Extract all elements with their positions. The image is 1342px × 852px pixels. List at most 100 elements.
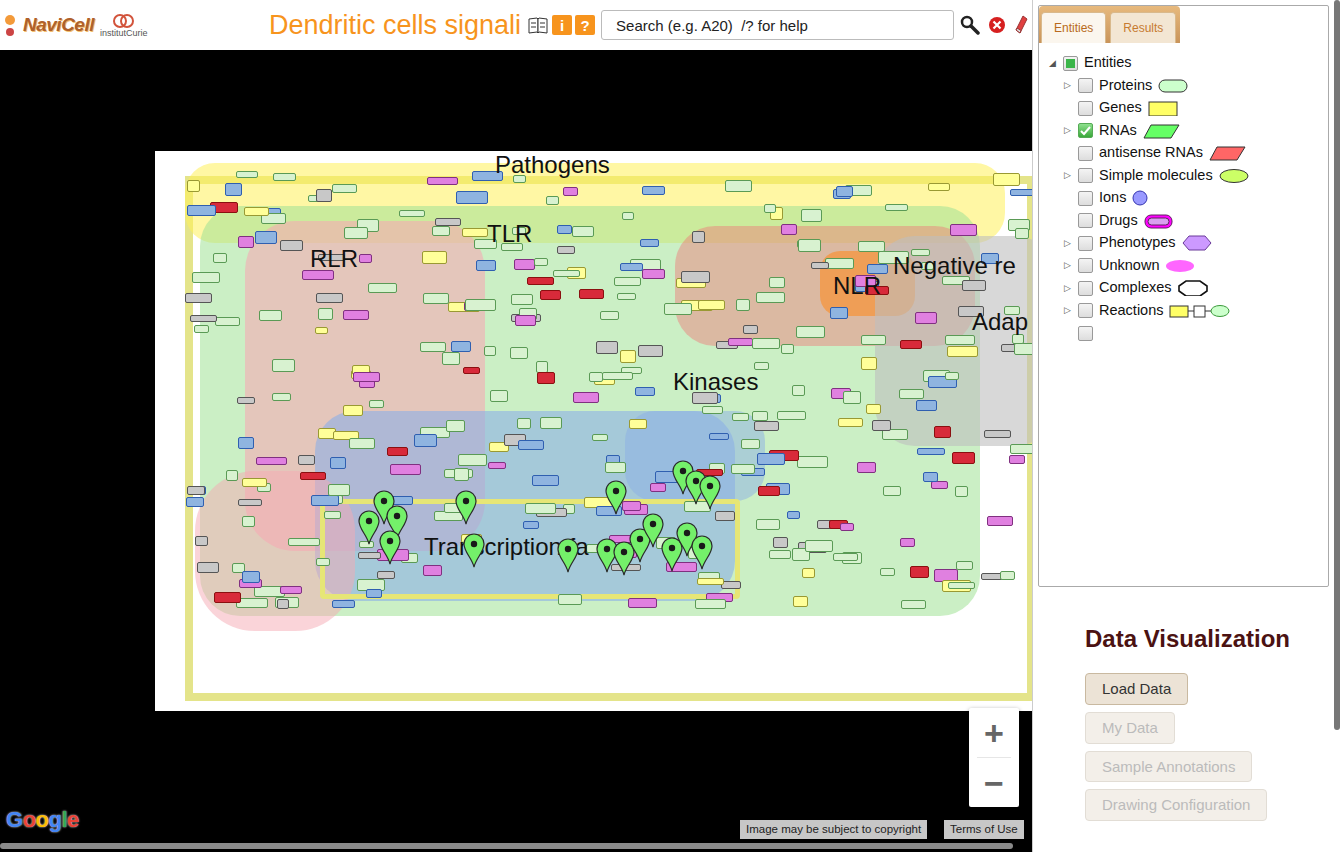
map-node — [390, 464, 421, 475]
tree-label[interactable]: Phenotypes — [1099, 232, 1176, 254]
tree-label[interactable]: Genes — [1099, 97, 1142, 119]
map-view[interactable]: PathogensTLRRLRNLRNegative reAdapKinases… — [0, 50, 1032, 852]
expand-arrow[interactable]: ▷ — [1057, 237, 1078, 251]
tree-label[interactable]: Ions — [1099, 187, 1126, 209]
map-node — [186, 497, 204, 507]
map-node — [901, 600, 926, 609]
tree-checkbox[interactable] — [1078, 236, 1093, 251]
tree-label[interactable]: Unknown — [1099, 255, 1159, 277]
tree-label[interactable]: Drugs — [1099, 210, 1138, 232]
map-node — [344, 227, 368, 239]
tree-label[interactable]: Simple molecules — [1099, 165, 1213, 187]
data-button[interactable]: Load Data — [1085, 673, 1188, 705]
map-pin-icon[interactable] — [690, 534, 714, 570]
search-field[interactable] — [601, 10, 954, 40]
tree-checkbox[interactable] — [1078, 191, 1093, 206]
tree-checkbox[interactable] — [1078, 101, 1093, 116]
map-node — [858, 241, 885, 252]
magnifier-icon[interactable] — [960, 15, 980, 35]
map-node — [650, 483, 666, 492]
map-node — [463, 367, 480, 374]
protein-shape-icon — [1158, 78, 1188, 94]
expand-arrow[interactable]: ▷ — [1057, 169, 1078, 183]
eraser-icon[interactable] — [1014, 15, 1028, 35]
expand-arrow[interactable]: ▷ — [1057, 79, 1078, 93]
map-node — [272, 359, 295, 372]
map-node — [328, 484, 350, 496]
clear-icon[interactable] — [988, 16, 1006, 34]
map-node — [900, 538, 915, 547]
tree-label[interactable]: Reactions — [1099, 300, 1163, 322]
map-node — [451, 341, 471, 352]
map-node — [187, 205, 216, 216]
antisense-shape-icon — [1209, 145, 1247, 161]
header-icons: i? — [527, 15, 595, 35]
map-pin-icon[interactable] — [378, 529, 402, 565]
panel-tab[interactable]: Results — [1110, 12, 1176, 43]
tree-label[interactable]: Proteins — [1099, 75, 1152, 97]
tree-checkbox[interactable] — [1078, 281, 1093, 296]
partner-text: institutCurie — [100, 29, 148, 38]
zoom-out-button[interactable]: − — [969, 758, 1019, 807]
map-node — [620, 263, 643, 271]
tree-checkbox[interactable] — [1078, 303, 1093, 318]
tree-item: ▷ Simple molecules — [1039, 165, 1328, 188]
map-node — [316, 293, 343, 303]
map-node — [1014, 343, 1032, 355]
terms-link[interactable]: Terms of Use — [944, 820, 1024, 839]
tree-label[interactable]: antisense RNAs — [1099, 142, 1203, 164]
map-node — [187, 180, 200, 192]
data-buttons: Load DataMy DataSample AnnotationsDrawin… — [1085, 673, 1342, 821]
map-node — [754, 421, 779, 431]
map-pin-icon[interactable] — [698, 474, 722, 510]
map-pin-icon[interactable] — [357, 509, 381, 545]
tree-checkbox[interactable] — [1078, 326, 1093, 341]
zoom-in-button[interactable]: + — [969, 708, 1019, 757]
horizontal-scrollbar[interactable] — [0, 843, 1013, 849]
vertical-scrollbar[interactable] — [1334, 0, 1340, 730]
tree-checkbox[interactable] — [1078, 146, 1093, 161]
expand-arrow[interactable]: ◢ — [1042, 57, 1063, 71]
map-node — [635, 387, 655, 396]
map-node — [777, 411, 806, 420]
tree-checkbox[interactable] — [1078, 258, 1093, 273]
info-icon[interactable]: i — [552, 15, 572, 35]
map-node — [695, 599, 726, 609]
shape-legend — [1165, 258, 1195, 274]
entity-tree: ◢ Entities ▷ ProteinsGenes ▷ RNAsantisense RN… — [1039, 43, 1328, 345]
map-node — [629, 419, 647, 429]
tree-checkbox[interactable] — [1078, 213, 1093, 228]
map-pin-icon[interactable] — [462, 532, 486, 568]
map-image[interactable]: PathogensTLRRLRNLRNegative reAdapKinases… — [155, 151, 1032, 711]
expand-arrow[interactable]: ▷ — [1057, 304, 1078, 318]
book-icon[interactable] — [527, 15, 549, 35]
region-label: RLR — [310, 246, 358, 272]
expand-arrow[interactable]: ▷ — [1057, 282, 1078, 296]
expand-arrow[interactable]: ▷ — [1057, 259, 1078, 273]
map-node — [697, 578, 724, 585]
expand-arrow[interactable]: ▷ — [1057, 124, 1078, 138]
map-pin-icon[interactable] — [641, 512, 665, 548]
tree-checkbox[interactable] — [1078, 168, 1093, 183]
map-pin-icon[interactable] — [454, 489, 478, 525]
complex-shape-icon — [1178, 280, 1208, 296]
map-node — [692, 231, 705, 243]
map-pin-icon[interactable] — [556, 537, 580, 573]
tree-checkbox[interactable] — [1063, 56, 1078, 71]
map-node — [934, 426, 951, 438]
map-node — [277, 599, 289, 609]
tree-checkbox[interactable] — [1078, 78, 1093, 93]
tree-label[interactable]: RNAs — [1099, 120, 1137, 142]
map-node — [725, 180, 752, 192]
map-pin-icon[interactable] — [604, 479, 628, 515]
tree-label[interactable]: Entities — [1084, 52, 1132, 74]
map-node — [272, 393, 291, 401]
logo[interactable]: NaviCellinstitutCurie — [3, 10, 143, 40]
tree-checkbox[interactable] — [1078, 123, 1093, 138]
help-icon[interactable]: ? — [575, 15, 595, 35]
shape-legend — [1178, 280, 1208, 296]
map-node — [773, 537, 788, 548]
tree-label[interactable]: Complexes — [1099, 277, 1172, 299]
panel-tab[interactable]: Entities — [1041, 12, 1106, 43]
google-logo: Google — [6, 803, 79, 836]
